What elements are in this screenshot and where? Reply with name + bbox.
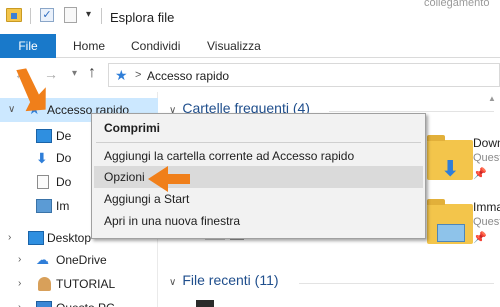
nav-item-label: Do xyxy=(56,151,72,165)
pc-icon xyxy=(36,301,52,307)
nav-item-label: OneDrive xyxy=(56,253,107,267)
quick-access-star-icon: ★ xyxy=(115,67,128,83)
tab-file[interactable]: File xyxy=(0,34,56,58)
menu-item-collapse[interactable]: Comprimi xyxy=(94,117,423,139)
expand-chevron-icon[interactable]: › xyxy=(18,248,21,272)
tile-location: Quest xyxy=(473,216,500,228)
recent-files-title: File recenti (11) xyxy=(182,272,279,288)
context-menu: Comprimi Aggiungi la cartella corrente a… xyxy=(91,113,426,239)
breadcrumb-separator[interactable]: > xyxy=(135,69,141,81)
user-icon xyxy=(38,277,51,291)
collapse-chevron-icon[interactable]: ∨ xyxy=(169,277,176,288)
download-icon: ⬇ xyxy=(441,156,460,181)
quick-access-divider xyxy=(30,8,31,24)
ribbon-tabs: File Home Condividi Visualizza xyxy=(0,34,500,58)
group-divider xyxy=(329,111,494,112)
image-icon xyxy=(36,199,52,213)
nav-item-label: Do xyxy=(56,175,72,189)
nav-item-this-pc[interactable]: › Questo PC xyxy=(0,296,158,307)
address-bar[interactable]: ★ > Accesso rapido xyxy=(108,63,500,87)
pin-icon: 📌 xyxy=(473,168,487,180)
customize-toolbar-icon[interactable]: ▾ xyxy=(86,9,91,20)
menu-item-open-new-window[interactable]: Apri in una nuova finestra xyxy=(94,210,423,232)
expand-chevron-icon[interactable]: › xyxy=(8,226,11,250)
tile-location: Quest xyxy=(473,152,500,164)
cloud-icon: ☁ xyxy=(36,252,49,267)
menu-item-options[interactable]: Opzioni xyxy=(94,166,423,188)
scroll-up-icon[interactable]: ▲ xyxy=(488,94,496,103)
recent-locations-icon[interactable]: ▾ xyxy=(72,68,77,79)
expand-chevron-icon[interactable]: › xyxy=(18,296,21,307)
nav-item-label: Questo PC xyxy=(56,296,115,307)
nav-item-label: TUTORIAL xyxy=(56,277,116,291)
group-divider xyxy=(299,283,494,284)
tab-view[interactable]: Visualizza xyxy=(207,34,261,58)
annotation-arrow-icon xyxy=(148,166,190,192)
title-bar: ✓ ▾ Esplora file collegamento xyxy=(0,0,500,34)
download-icon: ⬇ xyxy=(36,150,48,166)
pin-icon: 📌 xyxy=(473,232,487,244)
nav-item-label: Im xyxy=(56,199,70,213)
folder-app-icon[interactable] xyxy=(6,8,22,22)
title-divider xyxy=(101,8,102,24)
document-icon xyxy=(37,175,49,189)
tab-share[interactable]: Condividi xyxy=(131,34,180,58)
nav-item-label: De xyxy=(56,129,72,143)
desktop-icon xyxy=(28,231,44,245)
annotation-arrow-icon xyxy=(16,68,46,112)
desktop-icon xyxy=(36,129,52,143)
tab-home[interactable]: Home xyxy=(73,34,105,58)
recent-files-header[interactable]: ∨ File recenti (11) xyxy=(169,272,279,288)
folder-icon[interactable] xyxy=(427,199,473,244)
background-thumbnail xyxy=(196,300,214,307)
nav-item-tutorial[interactable]: › TUTORIAL xyxy=(0,272,158,296)
properties-icon[interactable]: ✓ xyxy=(40,8,54,22)
tile-name[interactable]: Imma xyxy=(473,200,500,214)
expand-chevron-icon[interactable]: › xyxy=(18,272,21,296)
nav-item-onedrive[interactable]: › ☁ OneDrive xyxy=(0,248,158,272)
new-folder-icon[interactable] xyxy=(64,7,77,23)
tile-name[interactable]: Down xyxy=(473,136,500,150)
address-row: ← → ▾ ↑ ★ > Accesso rapido xyxy=(0,59,500,91)
background-window-text: collegamento xyxy=(424,0,490,9)
up-arrow-icon[interactable]: ↑ xyxy=(88,64,96,82)
image-icon xyxy=(437,224,465,242)
nav-item-label: Desktop xyxy=(47,231,92,245)
window-title: Esplora file xyxy=(110,10,175,25)
menu-divider xyxy=(96,142,421,143)
menu-item-add-to-quick-access[interactable]: Aggiungi la cartella corrente ad Accesso… xyxy=(94,145,423,167)
breadcrumb-quick-access[interactable]: Accesso rapido xyxy=(147,69,229,83)
menu-item-pin-to-start[interactable]: Aggiungi a Start xyxy=(94,188,423,210)
folder-icon[interactable]: ⬇ xyxy=(427,135,473,181)
